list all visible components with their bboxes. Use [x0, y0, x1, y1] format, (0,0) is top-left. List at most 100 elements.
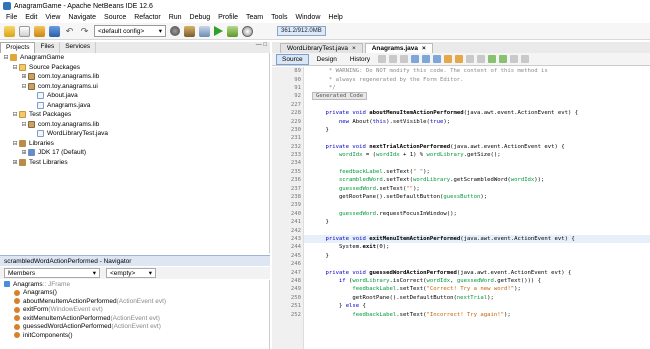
find-icon[interactable] — [411, 55, 420, 63]
navigator-item[interactable]: Anagrams :: JFrame — [0, 280, 269, 289]
tree-node[interactable]: ⊞ JDK 17 (Default) — [0, 148, 269, 158]
new-file-icon[interactable] — [19, 25, 30, 37]
tree-node[interactable]: Anagrams.java — [0, 101, 269, 111]
code-line[interactable]: } — [304, 252, 650, 260]
stop-macro-icon[interactable] — [499, 55, 508, 63]
last-edit-icon[interactable] — [378, 55, 387, 63]
toggle-bookmark-icon[interactable] — [455, 55, 464, 63]
collapse-icon[interactable]: ⊟ — [20, 83, 28, 90]
menu-run[interactable]: Run — [165, 14, 186, 21]
code-line[interactable]: wordIdx = (wordIdx + 1) % wordLibrary .ge… — [304, 151, 650, 159]
view-history-tab[interactable]: History — [345, 55, 375, 64]
code-line[interactable]: private void aboutMenuItemActionPerforme… — [304, 109, 650, 117]
expand-icon[interactable]: ⊞ — [11, 159, 19, 166]
menu-tools[interactable]: Tools — [267, 14, 291, 21]
menu-team[interactable]: Team — [242, 14, 267, 21]
collapse-icon[interactable]: ⊟ — [20, 121, 28, 128]
collapse-icon[interactable]: ⊟ — [11, 64, 19, 71]
shift-left-icon[interactable] — [466, 55, 475, 63]
tree-node[interactable]: ⊟ com.toy.anagrams.ui — [0, 82, 269, 92]
code-line[interactable] — [304, 226, 650, 234]
code-line[interactable]: } — [304, 126, 650, 134]
collapse-icon[interactable]: ⊟ — [2, 54, 10, 61]
close-icon[interactable]: × — [422, 45, 426, 52]
navigator-item[interactable]: initComponents() — [0, 331, 269, 340]
code-line[interactable]: feedbackLabel .setText("Correct! Try a ne… — [304, 285, 650, 293]
navigator-item[interactable]: guessedWordActionPerformed (ActionEvent e… — [0, 323, 269, 332]
tree-node[interactable]: ⊟ Source Packages — [0, 63, 269, 73]
code-line[interactable]: private void nextTrialActionPerformed (ja… — [304, 143, 650, 151]
tree-node[interactable]: ⊟ Libraries — [0, 139, 269, 149]
find-previous-icon[interactable] — [422, 55, 431, 63]
members-select[interactable]: Members ▾ — [4, 268, 100, 278]
config-select[interactable]: <default config> ▾ — [94, 25, 166, 37]
code-line[interactable] — [304, 159, 650, 167]
menu-refactor[interactable]: Refactor — [130, 14, 164, 21]
code-line[interactable]: * WARNING: Do NOT modify this code. The … — [304, 67, 650, 75]
code-line[interactable]: Generated Code — [304, 92, 650, 101]
open-project-icon[interactable] — [34, 25, 45, 37]
code-line[interactable]: guessedWord .requestFocusInWindow(); — [304, 210, 650, 218]
build-project-icon[interactable] — [184, 25, 195, 37]
code-line[interactable]: } else { — [304, 302, 650, 310]
save-all-icon[interactable] — [49, 25, 60, 37]
navigator-item[interactable]: exitMenuItemActionPerformed (ActionEvent … — [0, 314, 269, 323]
profile-project-icon[interactable] — [242, 25, 253, 37]
run-project-icon[interactable] — [214, 26, 223, 36]
generated-code-fold[interactable]: Generated Code — [312, 92, 368, 101]
uncomment-icon[interactable] — [521, 55, 530, 63]
toggle-highlight-icon[interactable] — [444, 55, 453, 63]
tree-node[interactable]: ⊟ com.toy.anagrams.lib — [0, 120, 269, 130]
code-line[interactable]: feedbackLabel .setText(" "); — [304, 168, 650, 176]
tab-services[interactable]: Services — [60, 42, 97, 53]
code-line[interactable]: private void exitMenuItemActionPerformed… — [304, 234, 650, 244]
forward-icon[interactable] — [400, 55, 409, 63]
editor-tab[interactable]: WordLibraryTest.java × — [280, 43, 363, 53]
code-line[interactable]: private void guessedWordActionPerformed(… — [304, 268, 650, 276]
code-line[interactable]: guessedWord .setText(""); — [304, 184, 650, 192]
code-line[interactable]: getRootPane().setDefaultButton(guessButt… — [304, 193, 650, 201]
code-line[interactable]: System. exit (0); — [304, 243, 650, 251]
code-line[interactable]: feedbackLabel .setText("Incorrect! Try ag… — [304, 310, 650, 318]
view-design-tab[interactable]: Design — [312, 55, 342, 64]
navigator-item[interactable]: exitForm (WindowEvent evt) — [0, 306, 269, 315]
code-line[interactable]: getRootPane().setDefaultButton(nextTrial… — [304, 294, 650, 302]
code-line[interactable] — [304, 260, 650, 268]
tree-node[interactable]: ⊞ Test Libraries — [0, 158, 269, 168]
start-macro-icon[interactable] — [488, 55, 497, 63]
code-line[interactable]: scrambledWord .setText(wordLibrary .getScr… — [304, 176, 650, 184]
code-line[interactable] — [304, 101, 650, 109]
collapse-icon[interactable]: ⊟ — [11, 140, 19, 147]
code-line[interactable] — [304, 134, 650, 142]
menu-navigate[interactable]: Navigate — [64, 14, 100, 21]
menu-edit[interactable]: Edit — [21, 14, 41, 21]
code-line[interactable]: */ — [304, 84, 650, 92]
find-next-icon[interactable] — [433, 55, 442, 63]
comment-icon[interactable] — [510, 55, 519, 63]
undo-icon[interactable]: ↶ — [64, 26, 75, 37]
minimize-icon[interactable]: — □ — [256, 42, 270, 53]
code-editor[interactable]: * WARNING: Do NOT modify this code. The … — [304, 67, 650, 349]
view-source-tab[interactable]: Source — [276, 53, 309, 65]
expand-icon[interactable]: ⊞ — [20, 149, 28, 156]
menu-debug[interactable]: Debug — [186, 14, 215, 21]
back-icon[interactable] — [389, 55, 398, 63]
navigator-item[interactable]: aboutMenuItemActionPerformed (ActionEvent… — [0, 297, 269, 306]
menu-view[interactable]: View — [41, 14, 64, 21]
clean-build-icon[interactable] — [199, 25, 210, 37]
code-line[interactable]: if (wordLibrary .isCorrect(wordIdx, guess… — [304, 277, 650, 285]
code-line[interactable] — [304, 201, 650, 209]
menu-help[interactable]: Help — [324, 14, 346, 21]
editor-tab[interactable]: Anagrams.java × — [364, 43, 433, 53]
tree-node[interactable]: About.java — [0, 91, 269, 101]
tree-node[interactable]: WordLibraryTest.java — [0, 129, 269, 139]
code-line[interactable]: } — [304, 218, 650, 226]
navigator-item[interactable]: Anagrams() — [0, 289, 269, 298]
menu-file[interactable]: File — [2, 14, 21, 21]
target-icon[interactable] — [170, 26, 180, 36]
redo-icon[interactable]: ↷ — [79, 26, 90, 37]
scope-select[interactable]: <empty> ▾ — [106, 268, 156, 278]
shift-right-icon[interactable] — [477, 55, 486, 63]
tree-node[interactable]: ⊟ Test Packages — [0, 110, 269, 120]
tab-projects[interactable]: Projects — [0, 42, 36, 53]
